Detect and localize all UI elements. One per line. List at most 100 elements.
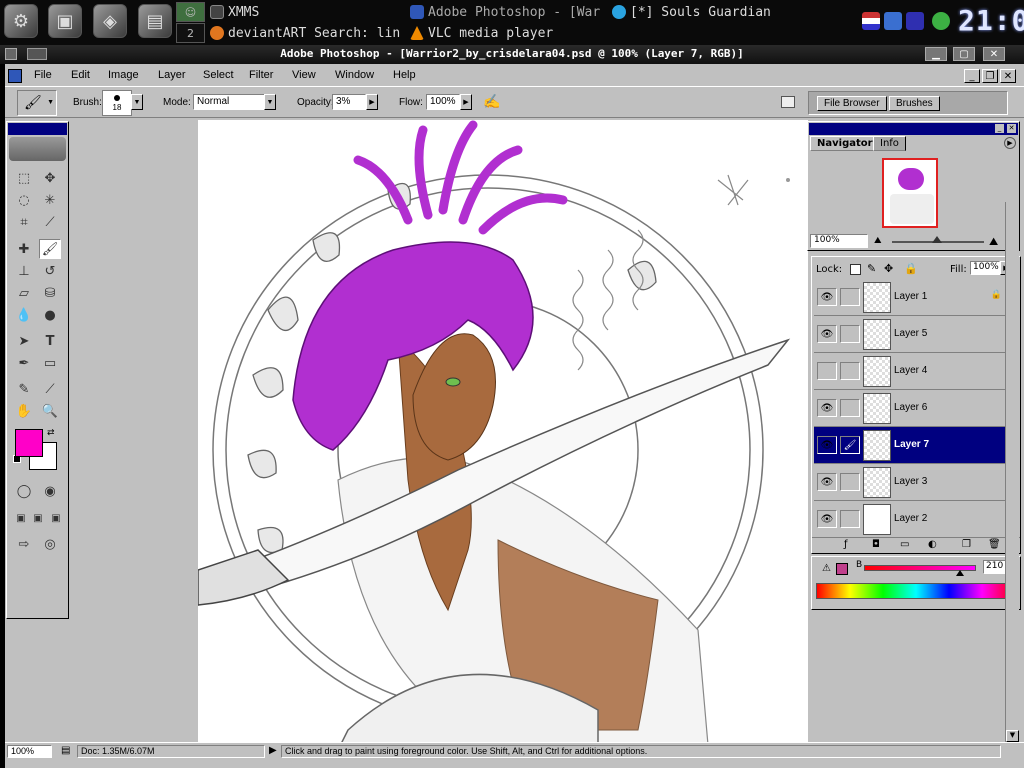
package-launcher-icon[interactable]: ◈ [93, 4, 127, 38]
fill-field[interactable]: 100% [970, 261, 1000, 275]
menu-filter[interactable]: Filter [249, 69, 273, 81]
visibility-eye-icon[interactable]: 👁 [817, 510, 837, 528]
doc-close-button[interactable]: ✕ [1000, 69, 1016, 83]
adobe-online-icon[interactable] [9, 137, 66, 161]
photoshop-app-icon[interactable] [8, 69, 22, 83]
menu-select[interactable]: Select [203, 69, 234, 81]
paint-bucket-tool-icon[interactable]: ⛁ [39, 283, 61, 303]
magic-wand-tool-icon[interactable]: ✳ [39, 190, 61, 210]
visibility-eye-icon[interactable] [817, 362, 837, 380]
palette-minimize-icon[interactable]: _ [995, 124, 1004, 133]
menu-image[interactable]: Image [108, 69, 139, 81]
doc-minimize-button[interactable]: _ [964, 69, 980, 83]
imageready-icon[interactable]: ◎ [39, 534, 61, 554]
navigator-zoom-slider[interactable] [892, 236, 984, 243]
eyedropper-tool-icon[interactable]: ⟋ [39, 379, 61, 399]
tab-info[interactable]: Info [873, 136, 906, 151]
maximize-button[interactable]: ▢ [953, 47, 975, 61]
layer-row[interactable]: 👁 Layer 2 [814, 501, 1006, 538]
palette-menu-icon[interactable] [781, 96, 795, 108]
adjustment-layer-icon[interactable]: ◐ [928, 539, 937, 550]
notes-tool-icon[interactable]: ✎ [13, 379, 35, 399]
move-tool-icon[interactable]: ✥ [39, 168, 61, 188]
opacity-slider-button[interactable]: ▶ [366, 94, 378, 110]
navigator-thumbnail[interactable] [882, 158, 938, 228]
new-layer-icon[interactable]: ❐ [962, 539, 971, 550]
messenger-icon[interactable] [932, 12, 950, 30]
layer-mask-icon[interactable]: ◘ [872, 539, 880, 550]
standard-mode-icon[interactable]: ◯ [13, 481, 35, 501]
dodge-tool-icon[interactable]: ● [39, 305, 61, 325]
task-xmms[interactable]: XMMS [210, 2, 400, 22]
menu-view[interactable]: View [292, 69, 316, 81]
task-photoshop[interactable]: Adobe Photoshop - [War [410, 2, 605, 22]
lock-pixels-icon[interactable]: ✎ [867, 262, 876, 275]
zoom-tool-icon[interactable]: 🔍 [39, 401, 61, 421]
rectangle-tool-icon[interactable]: ▭ [39, 353, 61, 373]
layer-link-box[interactable] [840, 473, 860, 491]
task-vlc[interactable]: VLC media player [410, 23, 570, 43]
jump-to-imageready-icon[interactable]: ⇨ [13, 534, 35, 554]
scroll-down-arrow-icon[interactable]: ▼ [1006, 730, 1019, 742]
document-vertical-scrollbar[interactable]: ▼ [1005, 202, 1019, 742]
task-souls-guardian[interactable]: [*] Souls Guardian [612, 2, 787, 22]
network-icon[interactable] [884, 12, 902, 30]
palette-close-icon[interactable]: ✕ [1007, 124, 1016, 133]
layer-row[interactable]: 👁 Layer 1 🔒 [814, 279, 1006, 316]
well-tab-file-browser[interactable]: File Browser [817, 96, 887, 111]
navigator-zoom-field[interactable]: 100% [810, 234, 868, 248]
brush-tool-icon[interactable]: 🖌 [39, 239, 61, 259]
brush-picker[interactable]: 18 [102, 90, 132, 116]
paint-brush-indicator-icon[interactable]: 🖌 [840, 436, 860, 454]
flow-field[interactable]: 100% [426, 94, 460, 110]
visibility-eye-icon[interactable]: 👁 [817, 399, 837, 417]
bluetooth-icon[interactable] [906, 12, 924, 30]
layer-style-icon[interactable]: ƒ [844, 539, 848, 550]
menu-layer[interactable]: Layer [158, 69, 186, 81]
airbrush-icon[interactable]: ✍ [483, 93, 505, 113]
clone-stamp-tool-icon[interactable]: ⊥ [13, 261, 35, 281]
blur-tool-icon[interactable]: 💧 [13, 305, 35, 325]
eraser-tool-icon[interactable]: ▱ [13, 283, 35, 303]
zoom-slider-handle[interactable] [932, 236, 943, 243]
settings-gear-launcher-icon[interactable]: ⚙ [4, 4, 38, 38]
channel-slider-handle[interactable] [956, 570, 964, 576]
close-button[interactable]: ✕ [983, 47, 1005, 61]
quick-mask-mode-icon[interactable]: ◉ [39, 481, 61, 501]
flow-slider-button[interactable]: ▶ [460, 94, 472, 110]
layer-link-box[interactable] [840, 362, 860, 380]
layer-link-box[interactable] [840, 325, 860, 343]
zoom-in-icon[interactable]: ⛰ [989, 235, 998, 249]
layer-row[interactable]: Layer 4 [814, 353, 1006, 390]
visibility-eye-icon[interactable]: 👁 [817, 473, 837, 491]
zoom-out-icon[interactable]: ⛰ [874, 236, 882, 246]
marquee-tool-icon[interactable]: ⬚ [13, 168, 35, 188]
window-title-bar[interactable]: Adobe Photoshop - [Warrior2_by_crisdelar… [0, 45, 1024, 64]
opacity-field[interactable]: 3% [332, 94, 366, 110]
path-selection-tool-icon[interactable]: ➤ [13, 331, 35, 351]
minimize-button[interactable]: ▁ [925, 47, 947, 61]
visibility-eye-icon[interactable]: 👁 [817, 325, 837, 343]
layer-link-box[interactable] [840, 399, 860, 417]
menu-file[interactable]: File [34, 69, 52, 81]
brush-dropdown-button[interactable]: ▼ [131, 94, 143, 110]
mode-dropdown-button[interactable]: ▼ [264, 94, 276, 110]
layer-row[interactable]: 👁 Layer 3 [814, 464, 1006, 501]
workspace-1-icon[interactable]: ☺ [176, 2, 205, 22]
layer-link-box[interactable] [840, 510, 860, 528]
workspace-2-button[interactable]: 2 [176, 23, 205, 43]
fullscreen-mode-icon[interactable]: ▣ [45, 508, 67, 528]
layer-row[interactable]: 👁 🖌 Layer 7 [814, 427, 1006, 464]
lock-position-icon[interactable]: ✥ [884, 262, 893, 275]
color-swatch-preview[interactable] [836, 563, 848, 575]
lock-all-icon[interactable]: 🔒 [904, 262, 918, 275]
layer-link-box[interactable] [840, 288, 860, 306]
status-zoom-field[interactable]: 100% [7, 745, 52, 758]
task-deviantart-search[interactable]: deviantART Search: lin [210, 23, 405, 43]
color-spectrum-ramp[interactable] [816, 583, 1016, 599]
tool-preset-picker[interactable]: 🖌 ▼ [17, 90, 57, 116]
toolbox-title-bar[interactable] [8, 123, 67, 135]
tab-navigator[interactable]: Navigator [810, 136, 880, 151]
type-tool-icon[interactable]: T [39, 331, 61, 351]
mode-select[interactable]: Normal [193, 94, 265, 110]
